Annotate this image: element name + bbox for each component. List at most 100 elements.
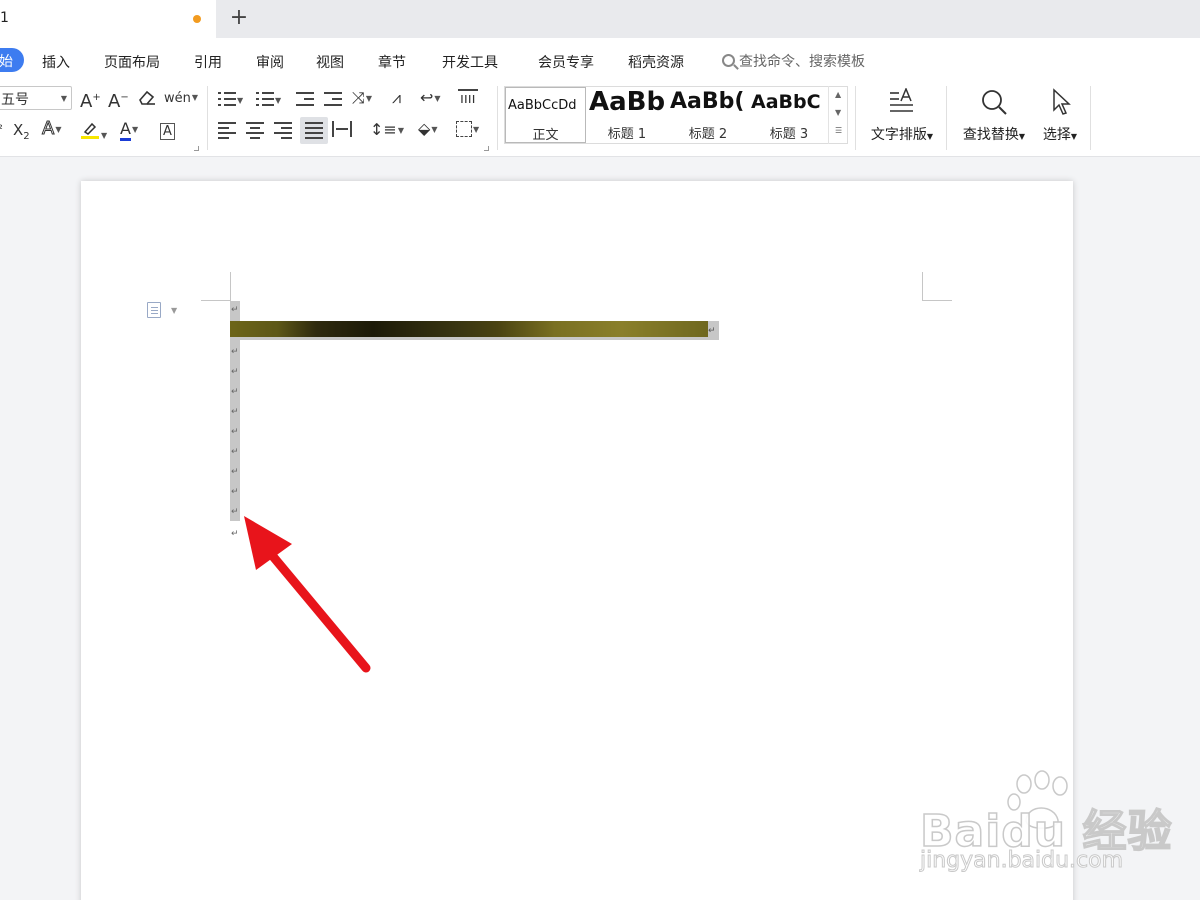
document-tab[interactable]: 1 bbox=[0, 0, 216, 38]
styles-gallery-scroller[interactable]: ▲ ▼ ☰ bbox=[828, 86, 848, 144]
text-direction-button[interactable]: ⩘ bbox=[392, 88, 401, 108]
style-heading-3[interactable]: AaBbC 标题 3 bbox=[749, 87, 829, 143]
distributed-align-button[interactable] bbox=[332, 121, 352, 142]
menu-tab-docer[interactable]: 稻壳资源 bbox=[628, 52, 684, 72]
justify-icon bbox=[305, 121, 323, 139]
margin-corner-top-right bbox=[922, 300, 952, 301]
select-button[interactable]: 选择▼ bbox=[1036, 88, 1084, 144]
menu-tab-member[interactable]: 会员专享 bbox=[538, 52, 594, 72]
style-name: 正文 bbox=[532, 128, 559, 143]
chinese-layout-icon: ⤨ bbox=[352, 88, 365, 107]
document-tab-title: 1 bbox=[0, 10, 9, 26]
font-size-select[interactable]: 五号 ▼ bbox=[0, 86, 72, 110]
text-direction-icon: ⩘ bbox=[392, 88, 402, 107]
text-effect-button[interactable]: A▼ bbox=[41, 118, 61, 140]
paragraph-mark: ↵ bbox=[231, 427, 239, 437]
text-layout-button[interactable]: 文字排版▼ bbox=[866, 87, 938, 144]
decrease-indent-button[interactable] bbox=[296, 90, 314, 110]
menu-tab-review[interactable]: 审阅 bbox=[256, 52, 284, 72]
toolbar-separator bbox=[946, 86, 947, 150]
superscript-icon: ² bbox=[0, 122, 3, 136]
paint-bucket-icon: ⬙ bbox=[418, 119, 431, 138]
ribbon-menu-bar: 始 插入 页面布局 引用 审阅 视图 章节 开发工具 会员专享 稻壳资源 查找命… bbox=[0, 38, 1200, 82]
menu-tab-references[interactable]: 引用 bbox=[194, 52, 222, 72]
font-size-value: 五号 bbox=[1, 92, 29, 108]
tab-stops-button[interactable]: ıııı bbox=[458, 88, 478, 109]
superscript-button[interactable]: ² bbox=[0, 119, 3, 139]
menu-tab-insert[interactable]: 插入 bbox=[42, 52, 70, 72]
decrease-indent-icon bbox=[296, 91, 314, 107]
chevron-down-icon[interactable]: ▼ bbox=[835, 108, 841, 117]
numbered-list-icon bbox=[256, 91, 274, 107]
paragraph-tool-icon[interactable] bbox=[147, 302, 161, 318]
margin-corner-top-left bbox=[230, 272, 231, 300]
clear-format-button[interactable] bbox=[137, 88, 157, 111]
paragraph-dialog-launcher[interactable] bbox=[484, 146, 489, 151]
distributed-align-icon bbox=[332, 121, 352, 137]
menu-tab-developer[interactable]: 开发工具 bbox=[442, 52, 498, 72]
character-border-button[interactable]: A bbox=[160, 120, 175, 142]
toolbar-separator bbox=[497, 86, 498, 150]
select-label: 选择▼ bbox=[1042, 127, 1078, 143]
align-left-icon bbox=[218, 121, 236, 139]
tab-bar: 1 + bbox=[0, 0, 1200, 38]
borders-button[interactable]: ▼ bbox=[456, 119, 479, 140]
style-name: 标题 1 bbox=[607, 127, 647, 142]
style-name: 标题 2 bbox=[688, 127, 728, 142]
align-center-button[interactable] bbox=[246, 121, 264, 142]
shading-button[interactable]: ⬙▼ bbox=[418, 119, 437, 140]
menu-tab-view[interactable]: 视图 bbox=[316, 52, 344, 72]
styles-gallery: AaBbCcDd 正文 AaBb 标题 1 AaBb( 标题 2 AaBbC 标… bbox=[504, 86, 848, 144]
find-replace-label: 查找替换▼ bbox=[962, 127, 1026, 143]
cursor-arrow-icon bbox=[1053, 88, 1071, 115]
align-left-button[interactable] bbox=[218, 121, 236, 142]
borders-icon bbox=[456, 121, 472, 137]
bullet-list-button[interactable]: ▼ bbox=[218, 90, 243, 111]
justify-button[interactable] bbox=[300, 117, 328, 144]
style-heading-2[interactable]: AaBb( 标题 2 bbox=[668, 87, 748, 143]
paragraph-mark: ↵ bbox=[231, 367, 239, 377]
style-sample: AaBbC bbox=[751, 91, 821, 113]
chevron-down-icon: ▼ bbox=[60, 94, 67, 103]
subscript-icon: X bbox=[13, 121, 24, 139]
chevron-up-icon[interactable]: ▲ bbox=[835, 90, 841, 99]
character-border-icon: A bbox=[160, 123, 175, 140]
find-replace-button[interactable]: 查找替换▼ bbox=[958, 88, 1030, 144]
paragraph-mark: ↵ bbox=[708, 326, 716, 336]
new-tab-button[interactable]: + bbox=[228, 6, 250, 30]
line-spacing-button[interactable]: ↕≡▼ bbox=[370, 120, 404, 141]
annotation-arrow-icon bbox=[244, 516, 371, 673]
menu-tab-chapter[interactable]: 章节 bbox=[378, 52, 406, 72]
style-sample: AaBbCcDd bbox=[508, 98, 577, 113]
increase-indent-icon bbox=[324, 91, 342, 107]
menu-tab-page-layout[interactable]: 页面布局 bbox=[104, 52, 160, 72]
increase-indent-button[interactable] bbox=[324, 90, 342, 110]
pinyin-guide-button[interactable]: wén▼ bbox=[164, 87, 198, 109]
menu-tab-start-label: 始 bbox=[0, 54, 13, 70]
style-normal[interactable]: AaBbCcDd 正文 bbox=[505, 87, 586, 143]
text-effect-icon: A bbox=[41, 118, 55, 139]
numbered-list-button[interactable]: ▼ bbox=[256, 90, 281, 111]
magnifier-icon bbox=[982, 90, 1007, 115]
line-break-icon: ↩ bbox=[420, 88, 434, 107]
highlight-button[interactable]: ▼ bbox=[80, 120, 107, 146]
shrink-font-button[interactable]: A− bbox=[108, 88, 129, 112]
expand-gallery-icon[interactable]: ☰ bbox=[835, 126, 842, 135]
line-break-button[interactable]: ↩▼ bbox=[420, 88, 441, 109]
align-right-button[interactable] bbox=[274, 121, 292, 142]
line-spacing-icon: ↕≡ bbox=[370, 120, 397, 139]
grow-font-icon: A bbox=[80, 91, 93, 112]
ribbon-toolbar: 五号 ▼ A+ A− wén▼ ² X2 A▼ ▼ A▼ A ▼ ▼ ⤨▼ ⩘ ↩… bbox=[0, 82, 1200, 157]
style-heading-1[interactable]: AaBb 标题 1 bbox=[587, 87, 667, 143]
chevron-down-icon[interactable]: ▼ bbox=[171, 306, 177, 315]
chinese-layout-button[interactable]: ⤨▼ bbox=[352, 88, 372, 109]
font-color-button[interactable]: A▼ bbox=[120, 119, 138, 141]
font-dialog-launcher[interactable] bbox=[194, 146, 199, 151]
selected-image[interactable] bbox=[230, 321, 719, 340]
highlighter-icon bbox=[81, 122, 99, 139]
subscript-button[interactable]: X2 bbox=[13, 120, 30, 147]
command-search[interactable]: 查找命令、搜索模板 bbox=[722, 51, 865, 71]
search-icon bbox=[722, 54, 735, 67]
grow-font-button[interactable]: A+ bbox=[80, 88, 101, 112]
menu-tab-start[interactable]: 始 bbox=[0, 48, 24, 72]
